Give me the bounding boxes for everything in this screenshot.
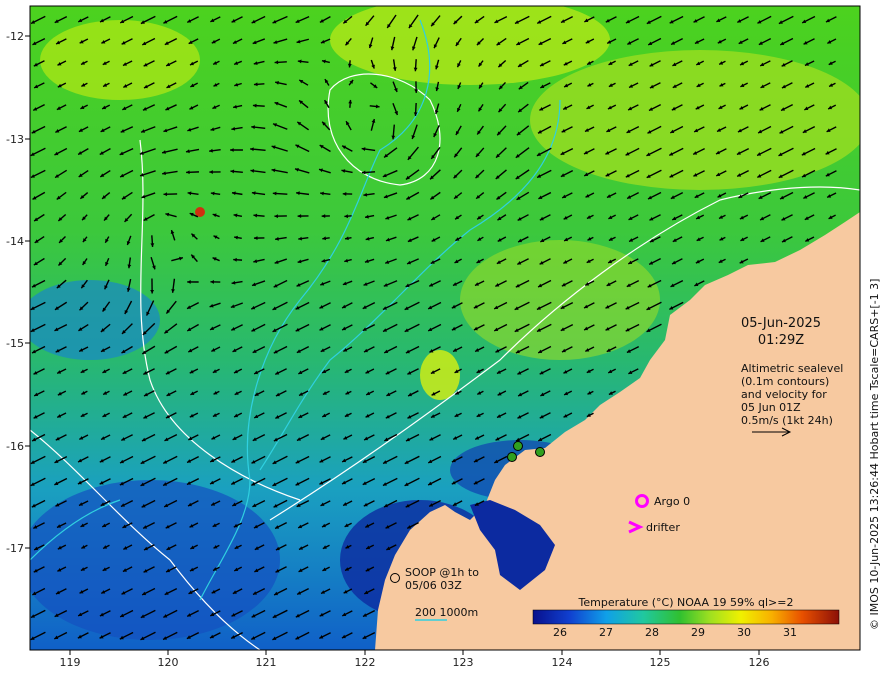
x-axis-ticks: 119 120 121 122 123 124 125 126 (60, 650, 770, 669)
depth-contour-legend-label: 200 1000m (415, 606, 478, 619)
x-tick-label: 121 (256, 656, 277, 669)
x-tick-label: 125 (650, 656, 671, 669)
soop-label-line2: 05/06 03Z (405, 579, 462, 592)
warm-patch (40, 20, 200, 100)
x-tick-label: 123 (453, 656, 474, 669)
y-axis-ticks: -12 -13 -14 -15 -16 -17 (6, 30, 30, 555)
colorbar-tick-label: 30 (737, 626, 751, 639)
x-tick-label: 119 (60, 656, 81, 669)
legend-line-5: 0.5m/s (1kt 24h) (741, 414, 833, 427)
x-tick-label: 122 (355, 656, 376, 669)
x-tick-label: 124 (552, 656, 573, 669)
map-date: 05-Jun-2025 (741, 316, 821, 331)
warm-patch (460, 240, 660, 360)
colorbar-tick-label: 28 (645, 626, 659, 639)
colorbar-tick-label: 31 (783, 626, 797, 639)
y-tick-label: -15 (6, 337, 24, 350)
glider-marker (507, 452, 517, 462)
x-tick-label: 120 (158, 656, 179, 669)
x-tick-label: 126 (749, 656, 770, 669)
argo-label: Argo 0 (654, 495, 690, 508)
legend-line-3: and velocity for (741, 388, 827, 401)
soop-label-line1: SOOP @1h to (405, 566, 479, 579)
y-tick-label: -13 (6, 133, 24, 146)
y-tick-label: -14 (6, 235, 24, 248)
legend-line-4: 05 Jun 01Z (741, 401, 801, 414)
warm-patch (530, 50, 860, 190)
y-tick-label: -12 (6, 30, 24, 43)
colorbar-tick-label: 26 (553, 626, 567, 639)
drifter-label: drifter (646, 521, 680, 534)
colorbar-tick-label: 27 (599, 626, 613, 639)
y-tick-label: -17 (6, 542, 24, 555)
colorbar (532, 609, 840, 625)
credit-text: © IMOS 10-Jun-2025 13:26:44 Hobart time … (868, 279, 880, 630)
legend-line-1: Altimetric sealevel (741, 362, 843, 375)
warm-patch (420, 350, 460, 400)
colorbar-title: Temperature (°C) NOAA 19 59% ql>=2 (578, 596, 794, 609)
ocean-temperature-map: Argo 0 drifter SOOP @1h to 05/06 03Z 200… (6, 5, 880, 669)
glider-marker (535, 447, 545, 457)
map-time: 01:29Z (758, 333, 804, 348)
colorbar-tick-label: 29 (691, 626, 705, 639)
glider-marker (513, 441, 523, 451)
y-tick-label: -16 (6, 440, 24, 453)
legend-line-2: (0.1m contours) (741, 375, 829, 388)
